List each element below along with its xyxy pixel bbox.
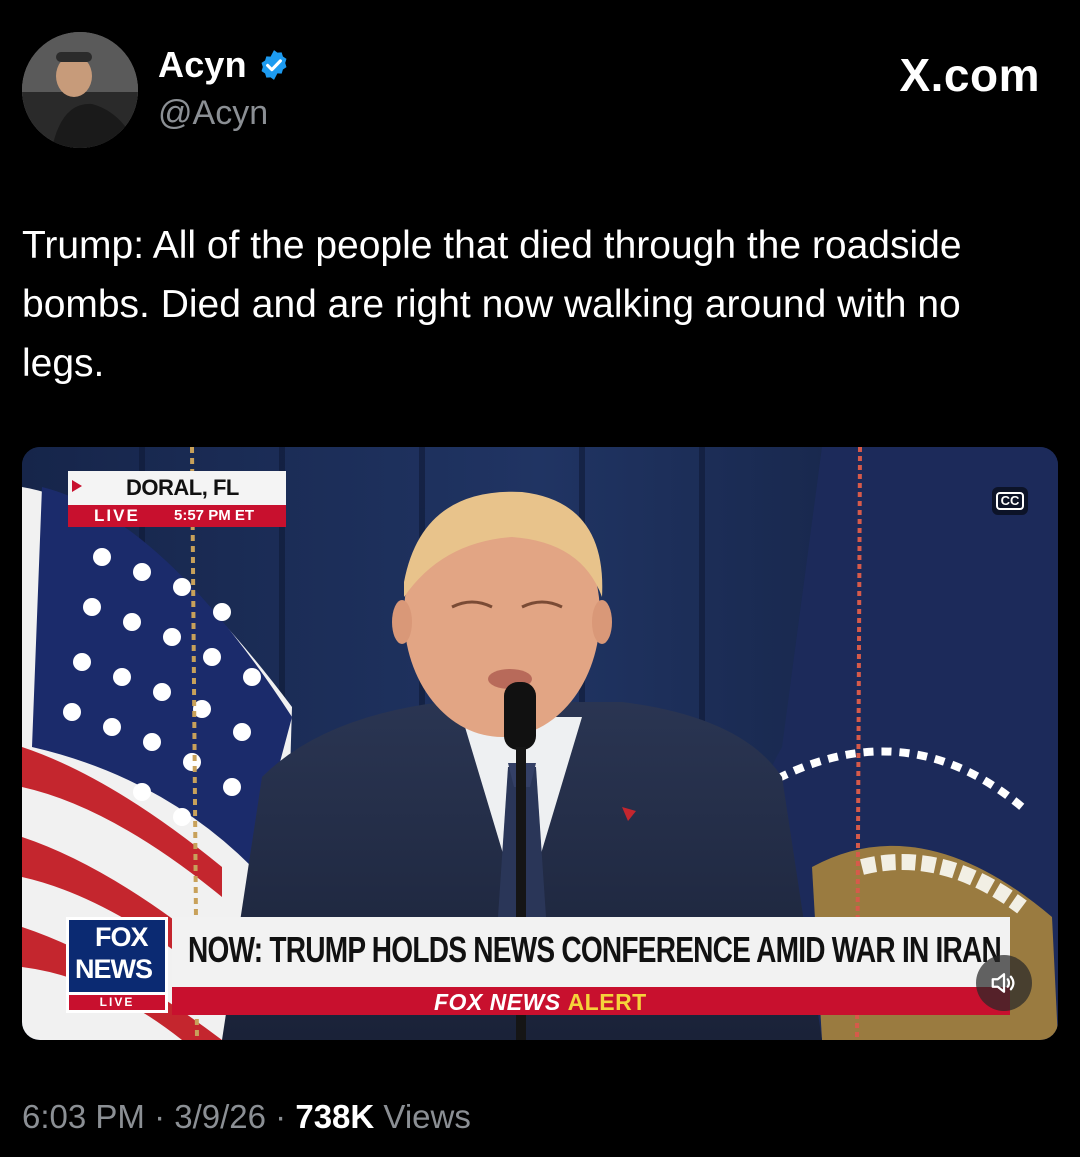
fox-news-logo: FOX NEWS LIVE <box>66 917 168 1013</box>
video-player[interactable]: DORAL, FL LIVE 5:57 PM ET CC FOX NEWS LI… <box>22 447 1058 1040</box>
name-row: Acyn <box>158 44 291 86</box>
views-count: 738K <box>295 1098 375 1135</box>
cc-label: CC <box>995 492 1025 510</box>
tweet-header: Acyn @Acyn X.com <box>0 0 1080 170</box>
tweet-text: Trump: All of the people that died throu… <box>22 224 962 385</box>
alert-word: ALERT <box>567 989 647 1015</box>
tweet-metadata: 6:03 PM · 3/9/26 · 738K Views <box>22 1098 471 1136</box>
post-time[interactable]: 6:03 PM <box>22 1098 145 1135</box>
live-label: LIVE <box>94 506 140 525</box>
fox-logo-live: LIVE <box>69 995 165 1010</box>
live-bar: LIVE 5:57 PM ET <box>68 505 286 527</box>
closed-captions-icon[interactable]: CC <box>992 487 1028 515</box>
x-logo: X.com <box>899 49 1040 101</box>
user-handle[interactable]: @Acyn <box>158 94 268 133</box>
headline-chyron: NOW: TRUMP HOLDS NEWS CONFERENCE AMID WA… <box>172 917 1010 987</box>
headline-text: NOW: TRUMP HOLDS NEWS CONFERENCE AMID WA… <box>188 929 1002 970</box>
alert-bar: FOX NEWS ALERT <box>172 987 1010 1015</box>
alert-brand: FOX NEWS <box>434 989 561 1015</box>
fox-news-logo-box: FOX NEWS <box>69 920 165 992</box>
avatar[interactable] <box>22 32 138 148</box>
fox-logo-top: FOX <box>95 922 149 952</box>
location-city: DORAL, FL <box>126 475 239 500</box>
alert-text: FOX NEWS ALERT <box>434 989 647 1016</box>
views-label: Views <box>383 1098 471 1135</box>
broadcast-time: 5:57 PM ET <box>174 507 255 524</box>
post-date[interactable]: 3/9/26 <box>174 1098 266 1135</box>
speaker-muted-icon[interactable] <box>976 955 1032 1011</box>
verified-badge-icon <box>257 48 291 82</box>
fox-logo-bottom: NEWS <box>75 954 153 984</box>
location-arrow-icon <box>72 480 82 492</box>
location-chyron: DORAL, FL LIVE 5:57 PM ET <box>68 471 286 527</box>
separator: · <box>154 1098 166 1135</box>
separator: · <box>275 1098 287 1135</box>
display-name[interactable]: Acyn <box>158 44 247 86</box>
